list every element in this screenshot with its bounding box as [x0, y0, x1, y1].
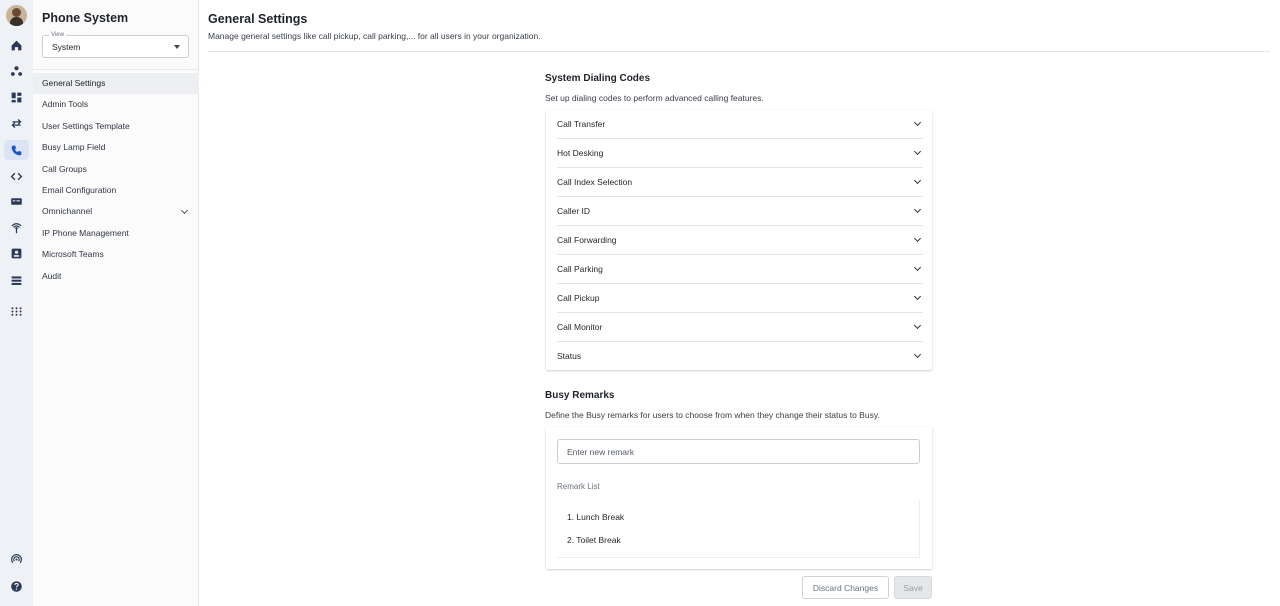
sidebar-nav: General Settings Admin Tools User Settin… [33, 73, 199, 287]
accordion-call-monitor[interactable]: Call Monitor [557, 313, 923, 342]
accordion-label: Call Forwarding [557, 235, 617, 245]
sidebar-item-user-settings-template[interactable]: User Settings Template [33, 116, 199, 137]
accordion-status[interactable]: Status [557, 342, 923, 371]
sidebar-item-label: Audit [42, 270, 62, 281]
sidebar-item-audit[interactable]: Audit [33, 266, 199, 287]
accordion-label: Call Parking [557, 264, 603, 274]
accordion-label: Call Pickup [557, 293, 600, 303]
sidebar-item-email-configuration[interactable]: Email Configuration [33, 180, 199, 201]
accordion-call-index-selection[interactable]: Call Index Selection [557, 168, 923, 197]
chevron-down-icon [913, 234, 922, 243]
sidebar-item-label: Microsoft Teams [42, 249, 104, 260]
server-icon[interactable] [8, 272, 24, 288]
discard-changes-button[interactable]: Discard Changes [802, 576, 889, 599]
home-icon[interactable] [8, 37, 24, 53]
accordion-caller-id[interactable]: Caller ID [557, 197, 923, 226]
chevron-down-icon [913, 263, 922, 272]
chevron-down-icon [180, 207, 189, 215]
accordion-call-pickup[interactable]: Call Pickup [557, 284, 923, 313]
sidebar-item-label: IP Phone Management [42, 227, 129, 238]
sidebar-item-ip-phone-management[interactable]: IP Phone Management [33, 223, 199, 244]
sidebar-item-admin-tools[interactable]: Admin Tools [33, 94, 199, 115]
chevron-down-icon [913, 147, 922, 156]
sidebar-item-omnichannel[interactable]: Omnichannel [33, 201, 199, 222]
view-select-value: System [52, 42, 81, 52]
remark-list: 1. Lunch Break 2. Toilet Break [557, 500, 920, 558]
dialing-codes-description: Set up dialing codes to perform advanced… [545, 93, 764, 103]
accordion-label: Hot Desking [557, 148, 604, 158]
sidebar-item-label: General Settings [42, 78, 106, 88]
save-button[interactable]: Save [894, 576, 932, 599]
help-icon[interactable] [8, 578, 24, 594]
accordion-call-transfer[interactable]: Call Transfer [557, 110, 923, 139]
sidebar: Phone System View System General Setting… [33, 0, 199, 606]
list-item[interactable]: 1. Lunch Break [567, 512, 624, 522]
page-title: General Settings [208, 12, 308, 26]
chevron-down-icon [913, 118, 922, 127]
sidebar-item-label: Omnichannel [42, 206, 93, 217]
divider [208, 51, 1270, 52]
sidebar-item-label: Busy Lamp Field [42, 142, 106, 153]
broadcast-icon[interactable] [8, 219, 24, 235]
dialing-codes-accordion: Call Transfer Hot Desking Call Index Sel… [546, 110, 932, 370]
accordion-label: Call Index Selection [557, 177, 633, 187]
app-title: Phone System [42, 11, 129, 25]
accordion-hot-desking[interactable]: Hot Desking [557, 139, 923, 168]
people-icon[interactable] [8, 63, 24, 79]
accordion-label: Call Monitor [557, 322, 603, 332]
sidebar-item-label: Email Configuration [42, 184, 117, 195]
remark-list-label: Remark List [557, 482, 600, 491]
accordion-call-forwarding[interactable]: Call Forwarding [557, 226, 923, 255]
sidebar-item-general-settings[interactable]: General Settings [33, 73, 199, 95]
radio-icon[interactable] [8, 551, 24, 567]
chevron-down-icon [913, 321, 922, 330]
list-item[interactable]: 2. Toilet Break [567, 535, 621, 545]
phone-icon[interactable] [4, 140, 29, 160]
divider [33, 69, 199, 70]
transfer-icon[interactable] [8, 115, 24, 131]
caret-down-icon [174, 45, 180, 49]
view-select[interactable]: View System [42, 31, 189, 58]
accordion-call-parking[interactable]: Call Parking [557, 255, 923, 284]
sidebar-item-label: Call Groups [42, 163, 87, 174]
sidebar-item-call-groups[interactable]: Call Groups [33, 159, 199, 180]
apps-grid-icon[interactable] [8, 303, 24, 319]
chevron-down-icon [913, 205, 922, 214]
code-icon[interactable] [8, 168, 24, 184]
page-subtitle: Manage general settings like call pickup… [208, 31, 541, 41]
dialing-codes-title: System Dialing Codes [545, 73, 651, 84]
view-select-legend: View [49, 31, 66, 39]
icon-rail [0, 0, 33, 606]
busy-remarks-title: Busy Remarks [545, 390, 615, 401]
chevron-down-icon [913, 176, 922, 185]
accordion-label: Call Transfer [557, 119, 606, 129]
sidebar-item-microsoft-teams[interactable]: Microsoft Teams [33, 244, 199, 265]
sidebar-item-busy-lamp-field[interactable]: Busy Lamp Field [33, 137, 199, 158]
sidebar-item-label: User Settings Template [42, 120, 130, 131]
dashboard-icon[interactable] [8, 89, 24, 105]
chevron-down-icon [913, 350, 922, 359]
accordion-label: Caller ID [557, 206, 591, 216]
sidebar-item-label: Admin Tools [42, 99, 89, 110]
accordion-label: Status [557, 351, 582, 361]
chevron-down-icon [913, 292, 922, 301]
contact-icon[interactable] [8, 245, 24, 261]
busy-remarks-card: Remark List 1. Lunch Break 2. Toilet Bre… [546, 427, 932, 569]
caller-id-icon[interactable] [8, 193, 24, 209]
avatar[interactable] [6, 5, 27, 26]
new-remark-input[interactable] [557, 439, 920, 464]
busy-remarks-description: Define the Busy remarks for users to cho… [545, 410, 880, 420]
